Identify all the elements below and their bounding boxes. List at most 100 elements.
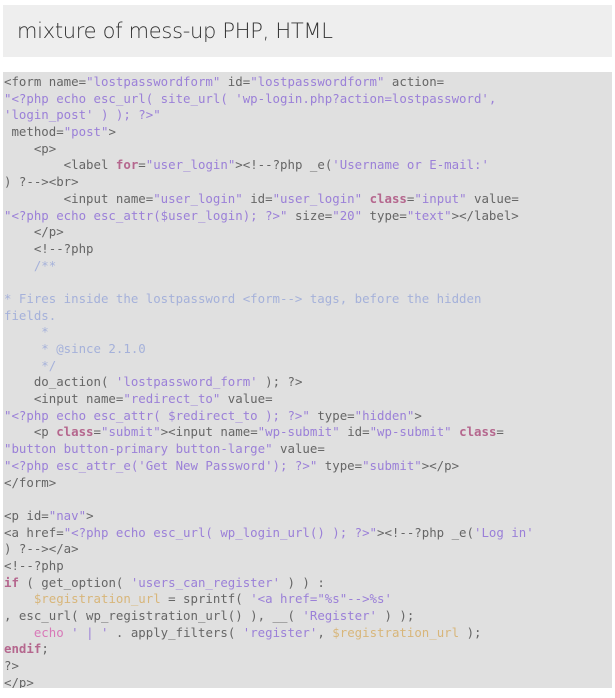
- code-token-plain: <p id=: [4, 507, 49, 523]
- code-token-plain: <!--?php: [4, 557, 64, 573]
- code-line: <a href="<?php echo esc_url( wp_login_ur…: [4, 525, 612, 542]
- code-token-plain: = sprintf(: [160, 591, 251, 607]
- code-token-plain: ><input name=: [160, 424, 258, 440]
- code-line: , esc_url( wp_registration_url() ), __( …: [4, 608, 612, 625]
- code-token-plain: =: [93, 424, 101, 440]
- code-token-string: 'Register': [302, 608, 378, 623]
- code-line: "<?php echo esc_attr($user_login); ?>" s…: [4, 208, 612, 225]
- code-token-plain: </form>: [4, 474, 57, 490]
- code-token-plain: <p>: [4, 140, 57, 156]
- code-token-comment: * @since 2.1.0: [4, 341, 146, 356]
- code-line: <!--?php: [4, 558, 612, 575]
- code-token-plain: >: [86, 507, 94, 523]
- code-token-string: 'lostpassword_form': [115, 374, 258, 390]
- code-token-comment: * Fires inside the lostpassword <form-->…: [4, 290, 482, 306]
- code-line: * Fires inside the lostpassword <form-->…: [4, 291, 612, 308]
- code-line: /**: [4, 258, 612, 275]
- code-token-string: 'users_can_register': [130, 574, 281, 590]
- code-token-plain: type=: [309, 407, 355, 423]
- code-token-plain: method=: [4, 124, 64, 140]
- code-token-string: "input": [414, 190, 467, 206]
- code-token-keyword: class: [56, 424, 94, 440]
- code-token-plain: ></label>: [451, 207, 519, 223]
- code-token-plain: <form name=: [4, 74, 87, 89]
- code-token-string: "submit": [362, 457, 422, 473]
- code-line: ) ?--><br>: [4, 174, 612, 191]
- page-title: mixture of mess-up PHP, HTML: [17, 19, 333, 43]
- code-line: 'login_post' ) ); ?>": [4, 107, 612, 124]
- code-token-plain: do_action(: [4, 374, 116, 390]
- code-token-string: ' | ': [71, 624, 109, 640]
- code-token-string: "20": [332, 207, 363, 223]
- code-token-string: "wp-submit": [257, 424, 340, 440]
- code-token-keyword: class: [459, 424, 497, 440]
- code-token-plain: type=: [317, 457, 363, 473]
- code-line: endif;: [4, 641, 612, 658]
- code-token-plain: </p>: [4, 224, 64, 240]
- code-token-string: "<?php esc_attr_e('Get New Password'); ?…: [4, 457, 318, 473]
- code-line: <form name="lostpasswordform" id="lostpa…: [4, 74, 612, 91]
- code-line: <p id="nav">: [4, 508, 612, 525]
- code-token-plain: value=: [220, 391, 273, 407]
- code-token-string: "user_login": [153, 190, 243, 206]
- code-token-string: "<?php echo esc_attr( $redirect_to ); ?>…: [4, 407, 310, 423]
- code-token-plain: ;: [41, 641, 49, 657]
- code-line: <label for="user_login"><!--?php _e('Use…: [4, 157, 612, 174]
- code-token-plain: <label: [4, 157, 116, 173]
- code-token-string: 'Log in': [473, 524, 534, 540]
- code-token-plain: ( get_option(: [18, 574, 131, 590]
- code-line: * @since 2.1.0: [4, 341, 612, 358]
- code-token-comment: *: [4, 324, 49, 340]
- code-line: if ( get_option( 'users_can_register' ) …: [4, 575, 612, 592]
- code-token-variable: $registration_url: [332, 624, 460, 640]
- code-line: <input name="redirect_to" value=: [4, 391, 612, 408]
- code-token-comment: */: [4, 357, 57, 373]
- code-line: method="post">: [4, 124, 612, 141]
- code-token-string: "wp-submit": [369, 424, 452, 440]
- code-token-string: "lostpasswordform": [86, 74, 221, 89]
- code-token-string: "post": [63, 124, 109, 140]
- code-line: </form>: [4, 475, 612, 492]
- title-bar: mixture of mess-up PHP, HTML: [3, 5, 612, 57]
- code-line: <input name="user_login" id="user_login"…: [4, 191, 612, 208]
- code-token-plain: >: [108, 124, 116, 140]
- code-token-string: 'Username or E-mail:': [332, 157, 489, 173]
- code-token-string: "user_login": [145, 157, 236, 173]
- code-token-plain: value=: [466, 190, 519, 206]
- code-line: "<?php echo esc_url( site_url( 'wp-login…: [4, 91, 612, 108]
- code-token-string: '<a href="%s"-->%s': [250, 591, 392, 607]
- code-line: */: [4, 358, 612, 375]
- code-token-plain: ) ) :: [280, 574, 325, 590]
- code-token-plain: , esc_url( wp_registration_url() ), __(: [4, 608, 303, 623]
- code-token-plain: ) ?--></a>: [4, 541, 79, 557]
- code-line: ?>: [4, 658, 612, 675]
- code-token-plain: value=: [272, 441, 325, 457]
- code-token-variable: $registration_url: [33, 591, 161, 607]
- code-token-string: "text": [406, 207, 452, 223]
- code-token-plain: );: [459, 624, 482, 640]
- code-token-plain: =: [496, 424, 504, 440]
- code-token-string: 'login_post' ) ); ?>": [4, 107, 161, 123]
- code-line: <!--?php: [4, 241, 612, 258]
- code-line: <p class="submit"><input name="wp-submit…: [4, 424, 612, 441]
- code-token-plain: <input name=: [4, 190, 154, 206]
- code-line: *: [4, 324, 612, 341]
- code-token-string: "lostpasswordform": [250, 74, 385, 89]
- code-line: </p>: [4, 675, 612, 688]
- code-token-plain: ) ?--><br>: [4, 174, 79, 190]
- code-token-plain: </p>: [4, 674, 34, 688]
- code-token-comment: /**: [4, 257, 57, 273]
- code-token-plain: ><!--?php _e(: [377, 524, 474, 540]
- code-token-keyword: endif: [4, 641, 42, 657]
- code-line: "<?php echo esc_attr( $redirect_to ); ?>…: [4, 408, 612, 425]
- code-line: do_action( 'lostpassword_form' ); ?>: [4, 374, 612, 391]
- code-token-plain: type=: [362, 207, 407, 223]
- code-line: fields.: [4, 308, 612, 325]
- code-token-string: 'register': [242, 624, 318, 640]
- code-token-string: "<?php echo esc_url( wp_login_url() ); ?…: [63, 524, 377, 540]
